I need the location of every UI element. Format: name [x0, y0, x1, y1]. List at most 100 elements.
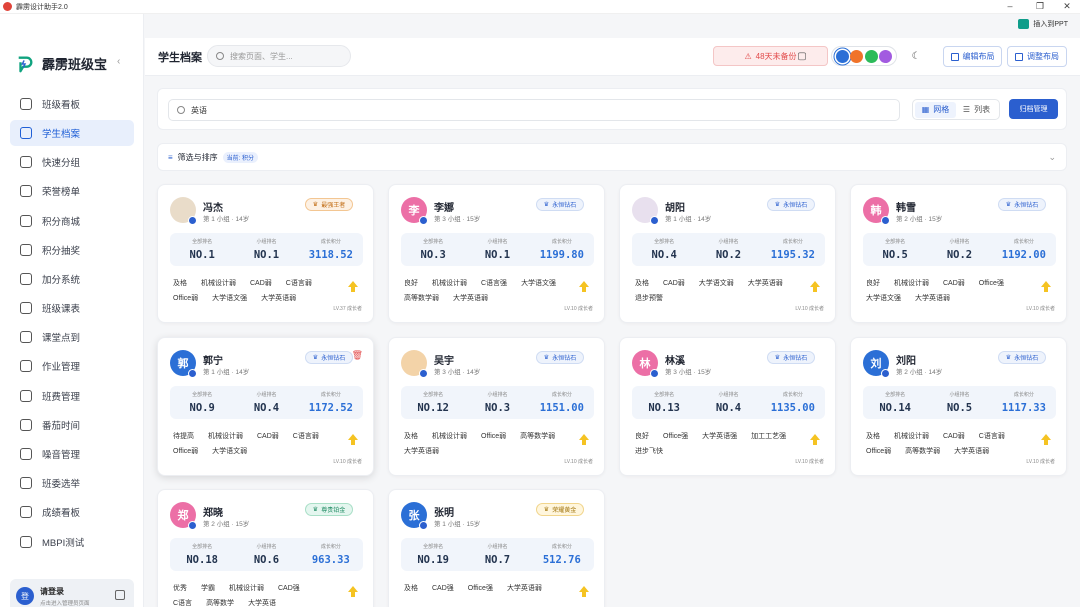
delete-icon[interactable]: 🗑	[352, 350, 363, 361]
student-card[interactable]: 胡阳第 1 小组 · 14岁 ♛ 永恒钻石 全部排名 NO.4 小组排名 NO.2 成长积分 1…	[619, 184, 836, 323]
stat-group-rank: 小组排名 NO.3	[465, 386, 529, 419]
student-card[interactable]: 冯杰第 1 小组 · 14岁 ♛ 最强王者 全部排名 NO.1 小组排名 NO.1 成长积分 3…	[157, 184, 374, 323]
stat-label: 小组排名	[487, 239, 508, 245]
stat-label: 小组排名	[718, 239, 739, 245]
tag-list: 待提高 机械设计弱 CAD弱 C语言弱 Office弱 大学语文弱	[170, 431, 335, 457]
stat-value: 1195.32	[770, 249, 815, 261]
timer-icon	[20, 418, 32, 431]
tag: CAD弱	[250, 280, 272, 287]
adjust-layout-button[interactable]: 调整布局	[1007, 46, 1067, 67]
student-search-input[interactable]: 英语	[168, 99, 900, 121]
plus-icon	[20, 272, 32, 285]
maximize-icon[interactable]: ❐	[1033, 0, 1047, 13]
list-view-button[interactable]: ☰ 列表	[956, 102, 997, 118]
theme-purple-swatch[interactable]	[879, 49, 893, 63]
sidebar-item[interactable]: 番茄时间	[10, 412, 134, 438]
tag: 大学语文强	[212, 295, 248, 302]
student-group-age: 第 1 小组 · 14岁	[203, 369, 250, 376]
login-panel[interactable]: 登 请登录 点击进入管理员页面	[10, 579, 134, 607]
tag: CAD强	[432, 585, 454, 592]
sidebar-toggle-icon[interactable]: ▢	[796, 51, 808, 63]
stats-box: 全部排名 NO.14 小组排名 NO.5 成长积分 1117.33	[863, 386, 1056, 419]
sidebar-item[interactable]: 课堂点到	[10, 325, 134, 351]
sidebar-item[interactable]: 班费管理	[10, 383, 134, 409]
rank-badge: ♛ 永恒钻石	[998, 351, 1046, 364]
stat-points: 成长积分 1117.33	[992, 386, 1056, 419]
filter-icon: ≡	[168, 152, 173, 162]
theme-orange-swatch[interactable]	[850, 49, 864, 63]
edit-layout-button[interactable]: 编辑布局	[943, 46, 1002, 67]
sidebar-item[interactable]: 荣誉榜单	[10, 179, 134, 205]
stat-points: 成长积分 1195.32	[761, 233, 825, 266]
theme-green-swatch[interactable]	[864, 49, 878, 63]
stats-box: 全部排名 NO.1 小组排名 NO.1 成长积分 3118.52	[170, 233, 363, 266]
sidebar-item[interactable]: 成绩看板	[10, 500, 134, 526]
sidebar-item[interactable]: 班委选举	[10, 470, 134, 496]
tag-list: 良好 机械设计弱 CAD弱 Office强 大学语文强 大学英语弱	[863, 278, 1028, 304]
stat-label: 成长积分	[320, 392, 341, 398]
badge-icon: ♛	[312, 355, 319, 361]
student-card[interactable]: 张张明第 1 小组 · 15岁 ♛ 荣耀黄金 全部排名 NO.19 小组排名 NO.7 成长积…	[388, 489, 605, 607]
sidebar-item[interactable]: 班级看板	[10, 91, 134, 117]
backup-warning-badge[interactable]: ⚠ 48天未备份	[713, 46, 828, 66]
badge-label: 永恒钻石	[783, 203, 808, 209]
student-card[interactable]: 吴宇第 3 小组 · 14岁 ♛ 永恒钻石 全部排名 NO.12 小组排名 NO.3 成长积分…	[388, 337, 605, 476]
stat-value: NO.2	[715, 249, 742, 261]
tag: 退步预警	[635, 295, 663, 302]
sidebar-item[interactable]: 噪音管理	[10, 441, 134, 467]
tag: 待提高	[173, 433, 194, 440]
stat-value: NO.7	[484, 554, 511, 566]
tag: 机械设计弱	[432, 280, 467, 287]
sidebar-item[interactable]: 作业管理	[10, 354, 134, 380]
theme-color-picker[interactable]	[831, 46, 897, 66]
login-title: 请登录	[40, 586, 64, 596]
stat-value: NO.13	[648, 402, 680, 414]
dark-mode-icon[interactable]: ☾	[910, 51, 922, 63]
stat-label: 全部排名	[885, 239, 906, 245]
edit-layout-label: 编辑布局	[962, 52, 995, 61]
growth-emoji-icon	[1039, 433, 1053, 447]
student-name: 刘阳	[896, 356, 916, 367]
stat-label: 小组排名	[487, 392, 508, 398]
student-group-age: 第 3 小组 · 14岁	[434, 369, 481, 376]
archive-button[interactable]: 归档管理	[1009, 99, 1058, 119]
student-card[interactable]: 李李娜第 3 小组 · 15岁 ♛ 永恒钻石 全部排名 NO.3 小组排名 NO.1 成长积分…	[388, 184, 605, 323]
stat-group-rank: 小组排名 NO.6	[234, 538, 298, 571]
badge-label: 永恒钻石	[783, 356, 808, 362]
theme-blue-swatch[interactable]	[835, 49, 849, 63]
edit-icon	[950, 52, 959, 61]
tag-list: 及格 机械设计弱 CAD弱 C语言弱 Office弱 大学语文强 大学英语弱	[170, 278, 335, 304]
sidebar-item-label: 作业管理	[42, 362, 81, 374]
grid-view-label: 网格	[933, 105, 950, 114]
student-card[interactable]: 林林溪第 3 小组 · 15岁 ♛ 永恒钻石 全部排名 NO.13 小组排名 NO.4 成长积…	[619, 337, 836, 476]
chevron-down-icon[interactable]: ⌄	[1048, 152, 1056, 163]
search-input[interactable]: 搜索页面、学生...	[207, 45, 351, 67]
stat-value: NO.4	[253, 402, 280, 414]
minimize-icon[interactable]: –	[1003, 0, 1017, 13]
student-card[interactable]: 韩韩雪第 2 小组 · 15岁 ♛ 永恒钻石 全部排名 NO.5 小组排名 NO.2 成长积分…	[850, 184, 1067, 323]
stat-value: NO.1	[484, 249, 511, 261]
student-card[interactable]: 刘刘阳第 2 小组 · 14岁 ♛ 永恒钻石 全部排名 NO.14 小组排名 NO.5 成长积…	[850, 337, 1067, 476]
student-card[interactable]: 郭郭宁第 1 小组 · 14岁 ♛ 永恒钻石 🗑 全部排名 NO.9 小组排名 NO.4 成长积…	[157, 337, 374, 476]
tag: 大学英语弱	[915, 295, 950, 302]
sidebar-item[interactable]: MBPI测试	[10, 529, 134, 555]
sidebar-item[interactable]: 积分抽奖	[10, 237, 134, 263]
student-card[interactable]: 郑郑晓第 2 小组 · 15岁 ♛ 尊贵铂金 全部排名 NO.18 小组排名 NO.6 成长积…	[157, 489, 374, 607]
verified-icon	[650, 369, 659, 378]
sidebar-item[interactable]: 快速分组	[10, 149, 134, 175]
filter-bar[interactable]: ≡ 筛选与排序 当前: 积分 ⌄	[157, 143, 1067, 171]
close-icon[interactable]: ✕	[1060, 0, 1074, 13]
sidebar-item[interactable]: 学生档案	[10, 120, 134, 146]
level-label: LV.10 成长者	[1026, 459, 1055, 465]
logout-icon[interactable]	[115, 590, 125, 600]
collapse-sidebar-icon[interactable]: ‹	[117, 56, 120, 67]
tag: Office强	[663, 433, 689, 440]
grid-view-button[interactable]: ▦ 网格	[915, 101, 956, 118]
badge-icon: ♛	[543, 507, 550, 513]
sidebar-item[interactable]: 积分商城	[10, 208, 134, 234]
tag: 加工工艺强	[751, 433, 787, 440]
insert-ppt-button[interactable]: 插入到PPT	[1018, 19, 1068, 29]
sidebar-item[interactable]: 班级课表	[10, 295, 134, 321]
sidebar-item[interactable]: 加分系统	[10, 266, 134, 292]
stat-value: NO.14	[879, 402, 911, 414]
